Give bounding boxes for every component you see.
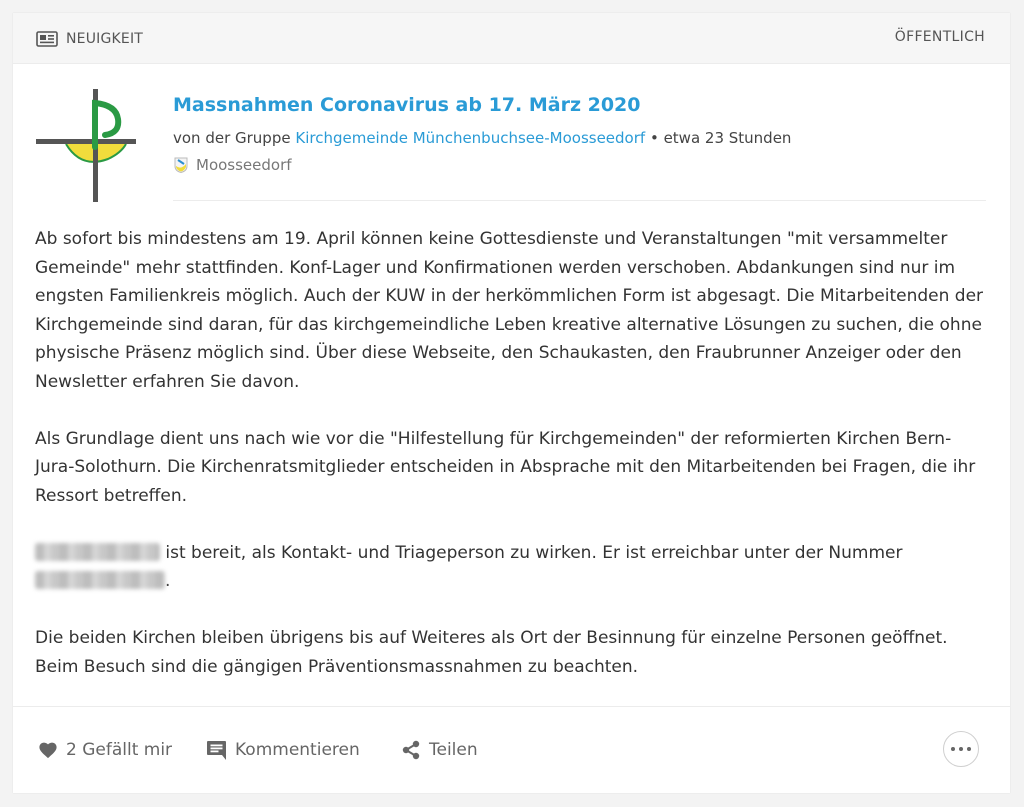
newspaper-icon: [36, 31, 58, 47]
post-type-label: NEUIGKEIT: [36, 30, 143, 48]
group-logo[interactable]: [36, 87, 136, 202]
paragraph-3: ist bereit, als Kontakt- und Triageperso…: [35, 539, 990, 596]
news-card: NEUIGKEIT ÖFFENTLICH Massnahmen Coronavi…: [13, 13, 1010, 793]
like-label: 2 Gefällt mir: [66, 740, 173, 760]
paragraph-1: Ab sofort bis mindestens am 19. April kö…: [35, 229, 984, 392]
redacted-name: [35, 542, 160, 561]
post-title[interactable]: Massnahmen Coronavirus ab 17. März 2020: [173, 94, 641, 116]
paragraph-3-text: ist bereit, als Kontakt- und Triageperso…: [160, 542, 903, 563]
like-button[interactable]: 2 Gefällt mir: [38, 737, 172, 763]
card-header: NEUIGKEIT ÖFFENTLICH: [13, 13, 1010, 64]
post-meta: von der Gruppe Kirchgemeinde Münchenbuch…: [173, 129, 791, 147]
share-button[interactable]: Teilen: [401, 737, 478, 763]
comment-icon: [207, 741, 226, 760]
comment-button[interactable]: Kommentieren: [206, 737, 360, 763]
location-name: Moosseedorf: [196, 156, 292, 174]
paragraph-4: Die beiden Kirchen bleiben übrigens bis …: [35, 628, 948, 677]
meta-prefix: von der Gruppe: [173, 129, 296, 147]
paragraph-3-end: .: [165, 571, 171, 591]
post-type-text: NEUIGKEIT: [66, 31, 144, 47]
redacted-phone-number: [35, 571, 165, 589]
meta-divider: [173, 200, 986, 201]
heart-icon: [39, 742, 57, 759]
more-options-button[interactable]: [943, 731, 979, 767]
group-link[interactable]: Kirchgemeinde Münchenbuchsee-Moosseedorf: [295, 129, 645, 147]
comment-label: Kommentieren: [235, 740, 360, 760]
paragraph-2: Als Grundlage dient uns nach wie vor die…: [35, 428, 976, 506]
crest-icon: [174, 157, 188, 173]
post-time: • etwa 23 Stunden: [645, 129, 792, 147]
more-icon: [951, 747, 955, 751]
share-icon: [402, 740, 420, 760]
share-label: Teilen: [429, 740, 478, 760]
post-location[interactable]: Moosseedorf: [173, 156, 292, 174]
visibility-label: ÖFFENTLICH: [894, 29, 985, 45]
footer-divider: [13, 706, 1010, 707]
post-body: Ab sofort bis mindestens am 19. April kö…: [35, 225, 990, 710]
